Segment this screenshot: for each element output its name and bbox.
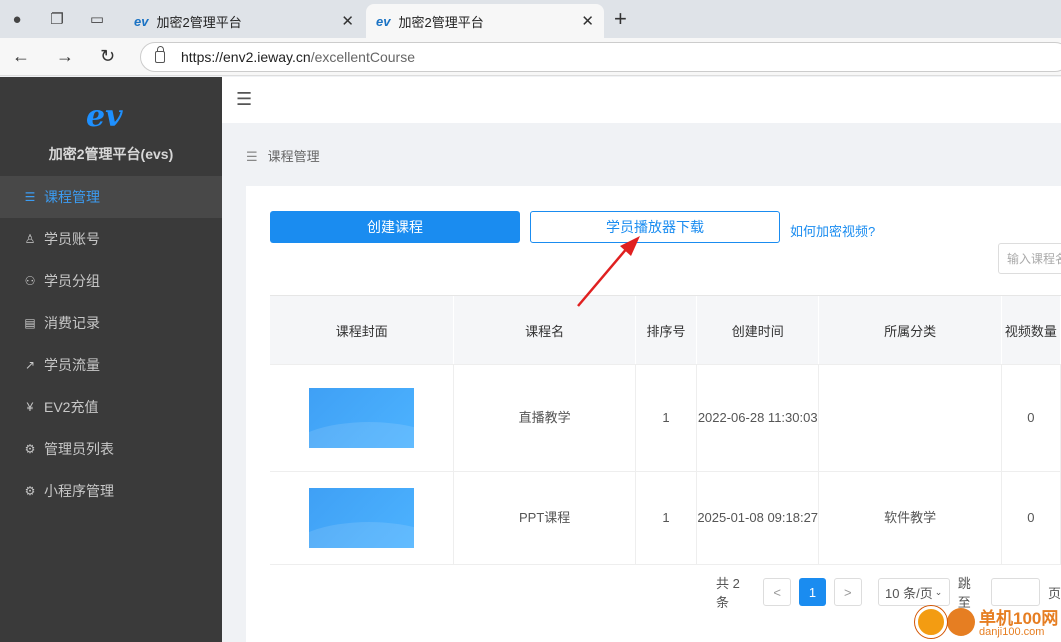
chevron-down-icon: ⌄ — [934, 586, 943, 597]
new-tab-button[interactable]: + — [614, 6, 627, 32]
sidebar-item-traffic[interactable]: ↗ 学员流量 — [0, 344, 222, 386]
pagination: 共 2 条 < 1 > 10 条/页 ⌄ 跳至 页 — [716, 576, 1061, 610]
page-size-select[interactable]: 10 条/页 ⌄ — [877, 578, 950, 606]
sidebar-item-course[interactable]: ☰ 课程管理 — [0, 176, 222, 218]
total-count: 共 2 条 — [716, 576, 740, 610]
sidebar-item-admin-list[interactable]: ⚙ 管理员列表 — [0, 428, 222, 470]
next-page-button[interactable]: > — [834, 578, 862, 606]
column-header: 课程封面 — [270, 296, 455, 364]
page-1-button[interactable]: 1 — [798, 578, 827, 606]
breadcrumb: ☰ 课程管理 — [246, 146, 320, 165]
download-player-button[interactable]: 学员播放器下载 — [530, 211, 780, 243]
created-time-cell: 2022-06-28 11:30:03 — [697, 365, 820, 471]
url-input[interactable]: https://env2.ieway.cn/excellentCourse — [140, 42, 1061, 72]
browser-tab-2[interactable]: ev 加密2管理平台 ✕ — [366, 4, 604, 38]
ev-favicon-icon: ev — [134, 13, 149, 29]
sidebar-item-label: 课程管理 — [44, 189, 100, 205]
course-cover-image[interactable] — [309, 488, 415, 548]
sidebar-item-label: 学员账号 — [44, 231, 100, 247]
sidebar-item-label: 管理员列表 — [44, 441, 114, 457]
course-search-input[interactable]: 输入课程名 — [998, 243, 1061, 274]
table-header-row: 课程封面 课程名 排序号 创建时间 所属分类 视频数量 — [270, 296, 1061, 365]
ev-favicon-icon: ev — [376, 13, 391, 29]
forward-icon[interactable]: → — [56, 46, 74, 67]
top-bar: ☰ — [222, 77, 1061, 123]
collections-icon[interactable]: ❐ — [46, 8, 68, 30]
watermark-url: danji100.com — [979, 626, 1045, 638]
column-header: 所属分类 — [819, 296, 1002, 364]
sidebar-item-student-account[interactable]: ♙ 学员账号 — [0, 218, 222, 260]
gear-icon: ⚙ — [24, 442, 36, 456]
sidebar-item-label: EV2充值 — [44, 399, 99, 415]
how-to-encrypt-link[interactable]: 如何加密视频? — [790, 221, 875, 240]
close-tab-icon[interactable]: ✕ — [581, 12, 594, 30]
address-bar: ← → ↻ https://env2.ieway.cn/excellentCou… — [0, 38, 1061, 76]
profile-icon[interactable]: ● — [6, 8, 28, 30]
watermark-logo: 单机100网 danji100.com — [913, 604, 1061, 642]
created-time-cell: 2025-01-08 09:18:27 — [697, 472, 820, 564]
video-count-cell: 0 — [1002, 472, 1061, 564]
create-course-button[interactable]: 创建课程 — [270, 211, 520, 243]
browser-tab-bar: ● ❐ ▭ ev 加密2管理平台 ✕ ev 加密2管理平台 ✕ + — [0, 0, 1061, 38]
category-cell — [819, 365, 1002, 471]
lock-icon — [155, 46, 165, 63]
watermark-circle-icon — [947, 608, 975, 636]
chart-icon: ↗ — [24, 358, 36, 372]
sidebar-item-recharge[interactable]: ¥ EV2充值 — [0, 386, 222, 428]
tab-actions-icon[interactable]: ▭ — [86, 8, 108, 30]
column-header: 视频数量 — [1001, 296, 1061, 364]
sidebar-menu: ☰ 课程管理 ♙ 学员账号 ⚇ 学员分组 ▤ 消费记录 ↗ 学员流量 ¥ EV2充值 ⚙ 管理… — [0, 176, 222, 512]
ev-logo-icon: ev — [86, 99, 123, 134]
list-icon: ☰ — [24, 190, 36, 204]
sidebar: ev 加密2管理平台(evs) ☰ 课程管理 ♙ 学员账号 ⚇ 学员分组 ▤ 消费记录 … — [0, 77, 222, 642]
course-cover-image[interactable] — [309, 388, 415, 448]
order-cell: 1 — [636, 365, 698, 471]
document-icon: ▤ — [24, 316, 36, 330]
prev-page-button[interactable]: < — [763, 578, 791, 606]
cover-cell — [270, 472, 455, 564]
url-host: https://env2.ieway.cn — [181, 49, 311, 65]
sidebar-item-label: 学员流量 — [44, 357, 100, 373]
category-cell: 软件教学 — [819, 472, 1002, 564]
tab-title: 加密2管理平台 — [398, 14, 484, 30]
jump-page-input[interactable] — [991, 578, 1040, 606]
page-size-label: 10 条/页 — [885, 585, 933, 601]
video-count-cell: 0 — [1002, 365, 1061, 471]
column-header: 排序号 — [635, 296, 698, 364]
breadcrumb-label: 课程管理 — [267, 149, 320, 164]
cover-cell — [270, 365, 455, 471]
column-header: 课程名 — [454, 296, 636, 364]
order-cell: 1 — [636, 472, 698, 564]
user-icon: ♙ — [24, 232, 36, 246]
course-name-cell: 直播教学 — [454, 365, 636, 471]
yen-icon: ¥ — [26, 400, 34, 414]
course-table: 课程封面 课程名 排序号 创建时间 所属分类 视频数量 直播教学 1 2022-… — [270, 295, 1061, 565]
sidebar-item-label: 小程序管理 — [44, 483, 114, 499]
brand-name: 加密2管理平台(evs) — [48, 146, 174, 162]
collapse-menu-icon[interactable]: ☰ — [236, 89, 252, 110]
sidebar-item-miniprogram[interactable]: ⚙ 小程序管理 — [0, 470, 222, 512]
watermark-plus-icon — [915, 606, 947, 638]
page-unit-label: 页 — [1047, 585, 1061, 601]
tab-title: 加密2管理平台 — [156, 14, 242, 30]
list-icon: ☰ — [246, 149, 258, 164]
close-tab-icon[interactable]: ✕ — [341, 12, 354, 30]
sidebar-item-student-group[interactable]: ⚇ 学员分组 — [0, 260, 222, 302]
refresh-icon[interactable]: ↻ — [100, 46, 115, 67]
browser-tab-1[interactable]: ev 加密2管理平台 ✕ — [124, 4, 364, 38]
table-row[interactable]: 直播教学 1 2022-06-28 11:30:03 0 — [270, 365, 1061, 472]
column-header: 创建时间 — [697, 296, 820, 364]
sidebar-item-label: 消费记录 — [44, 315, 100, 331]
url-path: /excellentCourse — [310, 49, 415, 65]
course-name-cell: PPT课程 — [454, 472, 636, 564]
back-icon[interactable]: ← — [12, 46, 30, 67]
group-icon: ⚇ — [24, 274, 36, 288]
sidebar-item-label: 学员分组 — [44, 273, 100, 289]
table-row[interactable]: PPT课程 1 2025-01-08 09:18:27 软件教学 0 — [270, 472, 1061, 565]
gear-icon: ⚙ — [24, 484, 36, 498]
sidebar-item-consumption[interactable]: ▤ 消费记录 — [0, 302, 222, 344]
